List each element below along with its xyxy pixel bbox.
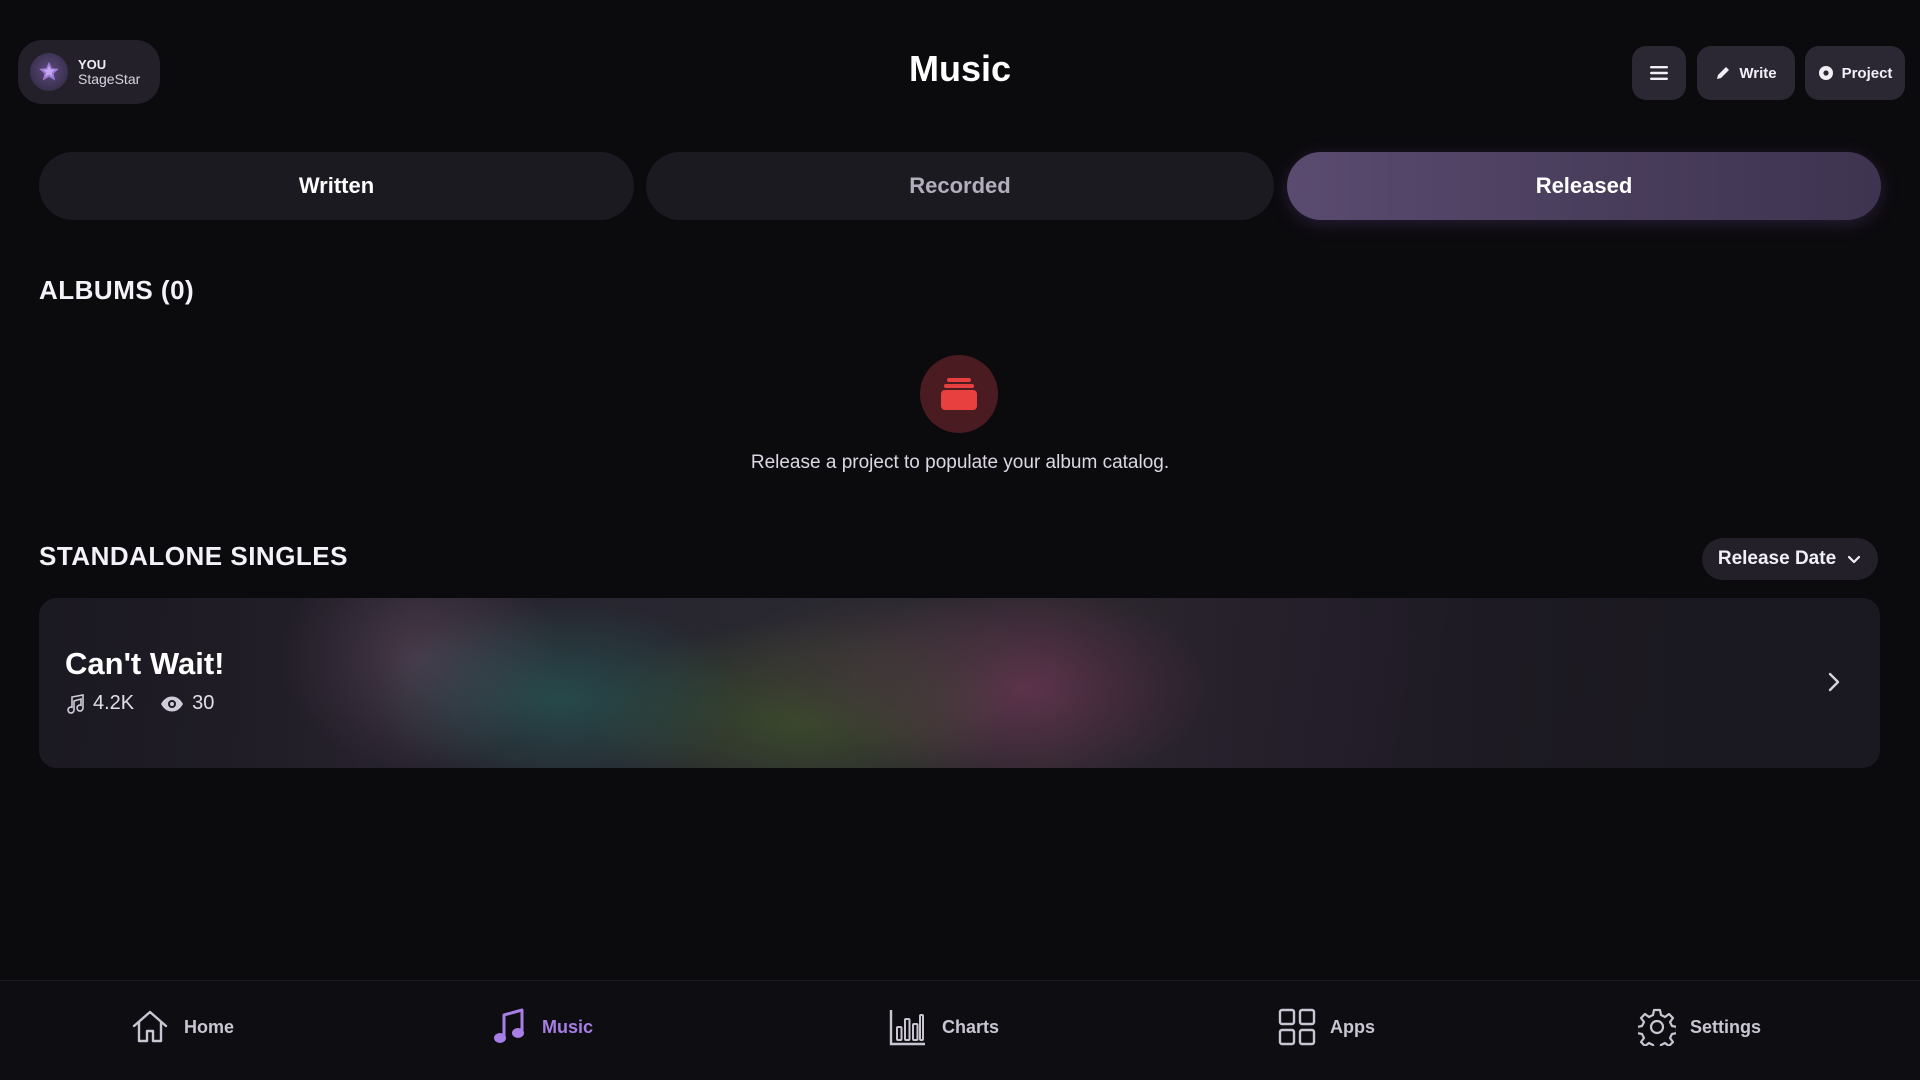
nav-charts-label: Charts <box>942 1016 1000 1037</box>
tab-released[interactable]: Released <box>1287 152 1881 220</box>
sort-label: Release Date <box>1717 548 1837 569</box>
eye-icon <box>161 696 184 711</box>
bottom-navigation: Home Music Charts Apps Settings <box>0 980 1920 1080</box>
music-screen: YOU StageStar Music Write Project Writte… <box>0 0 1920 1080</box>
single-title: Can't Wait! <box>65 646 225 681</box>
single-stats: 4.2K 30 <box>65 692 214 715</box>
plays-count: 4.2K <box>93 692 135 714</box>
write-button[interactable]: Write <box>1697 46 1795 100</box>
albums-empty-message: Release a project to populate your album… <box>750 452 1170 473</box>
single-card[interactable]: Can't Wait! 4.2K 30 <box>39 598 1880 768</box>
tab-written[interactable]: Written <box>39 152 634 220</box>
album-stack-icon <box>920 355 998 433</box>
gear-icon <box>1638 1008 1676 1046</box>
sort-dropdown[interactable]: Release Date <box>1702 538 1878 580</box>
views-count: 30 <box>192 692 215 714</box>
disc-icon <box>1818 66 1833 80</box>
project-label: Project <box>1841 64 1893 82</box>
bar-chart-icon <box>889 1010 925 1046</box>
nav-item-charts[interactable]: Charts <box>888 999 999 1055</box>
pencil-icon <box>1717 67 1730 79</box>
grid-icon <box>1278 1008 1316 1046</box>
singles-heading: STANDALONE SINGLES <box>39 541 348 571</box>
chevron-down-icon <box>1848 555 1861 564</box>
plays-stat: 4.2K <box>65 692 134 715</box>
write-label: Write <box>1739 64 1777 82</box>
music-note-icon <box>67 693 84 714</box>
nav-music-label: Music <box>542 1016 594 1037</box>
nav-item-settings[interactable]: Settings <box>1638 999 1761 1055</box>
albums-heading: ALBUMS (0) <box>39 275 195 305</box>
home-icon <box>132 1010 168 1043</box>
nav-item-home[interactable]: Home <box>130 999 234 1055</box>
nav-item-music[interactable]: Music <box>492 999 593 1055</box>
project-button[interactable]: Project <box>1805 46 1905 100</box>
views-stat: 30 <box>160 692 214 715</box>
single-cover-art <box>39 598 1880 768</box>
tab-recorded[interactable]: Recorded <box>646 152 1274 220</box>
nav-settings-label: Settings <box>1690 1016 1762 1037</box>
menu-button[interactable] <box>1632 46 1686 100</box>
nav-item-apps[interactable]: Apps <box>1278 999 1375 1055</box>
nav-apps-label: Apps <box>1330 1016 1375 1037</box>
music-note-icon <box>494 1008 524 1043</box>
nav-home-label: Home <box>184 1016 235 1037</box>
hamburger-icon <box>1650 66 1668 80</box>
chevron-right-icon <box>1822 670 1846 694</box>
